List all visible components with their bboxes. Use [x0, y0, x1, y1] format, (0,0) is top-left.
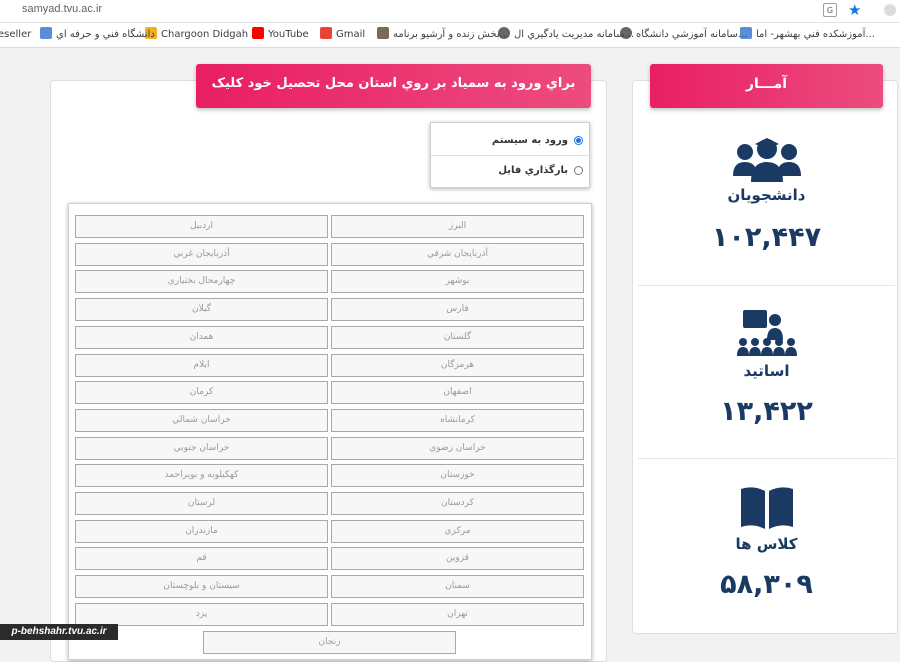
profile-icon[interactable] — [884, 4, 896, 16]
bookmark-item[interactable]: دانشگاه فني و حرفه اي — [40, 23, 155, 47]
bookmark-item[interactable]: Gmail — [320, 23, 365, 47]
stat-students: دانشجويان ۱۰۲,۴۴۷ — [638, 116, 895, 286]
stats-header: آمـــار — [650, 64, 883, 108]
province-button[interactable]: کردستان — [331, 492, 584, 515]
province-button[interactable]: آذربايجان شرقي — [331, 242, 584, 266]
bookmark-item[interactable]: eseller — [0, 23, 31, 47]
bookmark-star-icon[interactable]: ★ — [848, 1, 861, 19]
translate-icon[interactable]: G — [823, 3, 837, 17]
province-button[interactable]: يزد — [75, 602, 328, 626]
province-button[interactable]: آذربايجان غربي — [75, 242, 328, 266]
stat-label: اساتيد — [743, 362, 790, 380]
province-button[interactable]: کرمانشاه — [331, 408, 584, 432]
stat-teachers: اساتيد ۱۳,۴۲۲ — [638, 285, 895, 456]
radio-login[interactable] — [574, 135, 583, 145]
stat-classes: کلاس ها ۵۸,۳۰۹ — [638, 458, 895, 629]
stat-value: ۱۳,۴۲۲ — [720, 396, 813, 427]
stat-value: ۱۰۲,۴۴۷ — [711, 222, 822, 253]
bookmarks-bar: آموزشکده فني بهشهر- اما... سامانه آموزشي… — [0, 23, 900, 48]
province-button[interactable]: زنجان — [203, 630, 456, 654]
address-bar[interactable]: samyad.tvu.ac.ir G ★ — [0, 0, 900, 23]
bookmark-item[interactable]: بخش زنده و آرشيو برنامه... — [377, 23, 509, 47]
province-button[interactable]: خوزستان — [331, 464, 584, 488]
province-button[interactable]: گيلان — [75, 298, 328, 322]
book-icon — [638, 485, 895, 535]
url-text[interactable]: samyad.tvu.ac.ir — [22, 3, 102, 15]
province-button[interactable]: خراسان رضوي — [331, 436, 584, 460]
stat-label: کلاس ها — [735, 535, 798, 553]
mode-option-upload[interactable]: بارگذاري فايل — [431, 155, 589, 185]
province-button[interactable]: کهکيلويه و بويراحمد — [75, 464, 328, 488]
stat-value: ۵۸,۳۰۹ — [720, 569, 813, 600]
province-button[interactable]: قم — [75, 547, 328, 571]
province-button[interactable]: مازندران — [75, 519, 328, 543]
archive-icon — [377, 27, 389, 39]
province-button[interactable]: مرکزي — [331, 519, 584, 543]
province-list: البرز اردبيل آذربايجان شرقي آذربايجان غربي ب… — [68, 203, 592, 660]
radio-upload[interactable] — [574, 166, 583, 175]
province-button[interactable]: سمنان — [331, 575, 584, 599]
site-watermark: p-behshahr.tvu.ac.ir — [0, 624, 118, 640]
province-button[interactable]: اصفهان — [331, 381, 584, 405]
mode-option-login[interactable]: ورود به سيستم — [431, 125, 589, 155]
province-button[interactable]: چهارمحال بختياري — [75, 270, 328, 294]
province-button[interactable]: گلستان — [331, 325, 584, 349]
province-button[interactable]: قزوين — [331, 547, 584, 571]
province-button[interactable]: بوشهر — [331, 270, 584, 294]
bookmark-item[interactable]: سامانه مديريت يادگيري ال... — [498, 23, 634, 47]
teachers-icon — [638, 308, 895, 362]
gmail-icon — [320, 27, 332, 39]
stat-label: دانشجويان — [727, 186, 806, 204]
province-button[interactable]: خراسان شمالي — [75, 408, 328, 432]
province-button[interactable]: ايلام — [75, 353, 328, 377]
students-icon — [638, 136, 895, 188]
province-button[interactable]: اردبيل — [75, 215, 328, 238]
mode-selector: ورود به سيستم بارگذاري فايل — [430, 122, 590, 188]
province-button[interactable]: همدان — [75, 325, 328, 349]
bookmark-item[interactable]: Chargoon Didgah — [145, 23, 248, 47]
province-button[interactable]: البرز — [331, 215, 584, 238]
tvu-favicon-icon — [40, 27, 52, 39]
province-button[interactable]: تهران — [331, 602, 584, 626]
bookmark-item[interactable]: آموزشکده فني بهشهر- اما... — [740, 23, 875, 47]
province-button[interactable]: هرمزگان — [331, 353, 584, 377]
province-button[interactable]: لرستان — [75, 492, 328, 515]
login-instructions-header: براي ورود به سمياد بر روي استان محل تحصي… — [196, 64, 591, 131]
province-button[interactable]: خراسان جنوبي — [75, 436, 328, 460]
bookmark-item[interactable]: سامانه آموزشي دانشگاه... — [620, 23, 747, 47]
youtube-icon — [252, 27, 264, 39]
province-button[interactable]: کرمان — [75, 381, 328, 405]
province-button[interactable]: سيستان و بلوچستان — [75, 575, 328, 599]
bookmark-item[interactable]: YouTube — [252, 23, 309, 47]
province-button[interactable]: فارس — [331, 298, 584, 322]
